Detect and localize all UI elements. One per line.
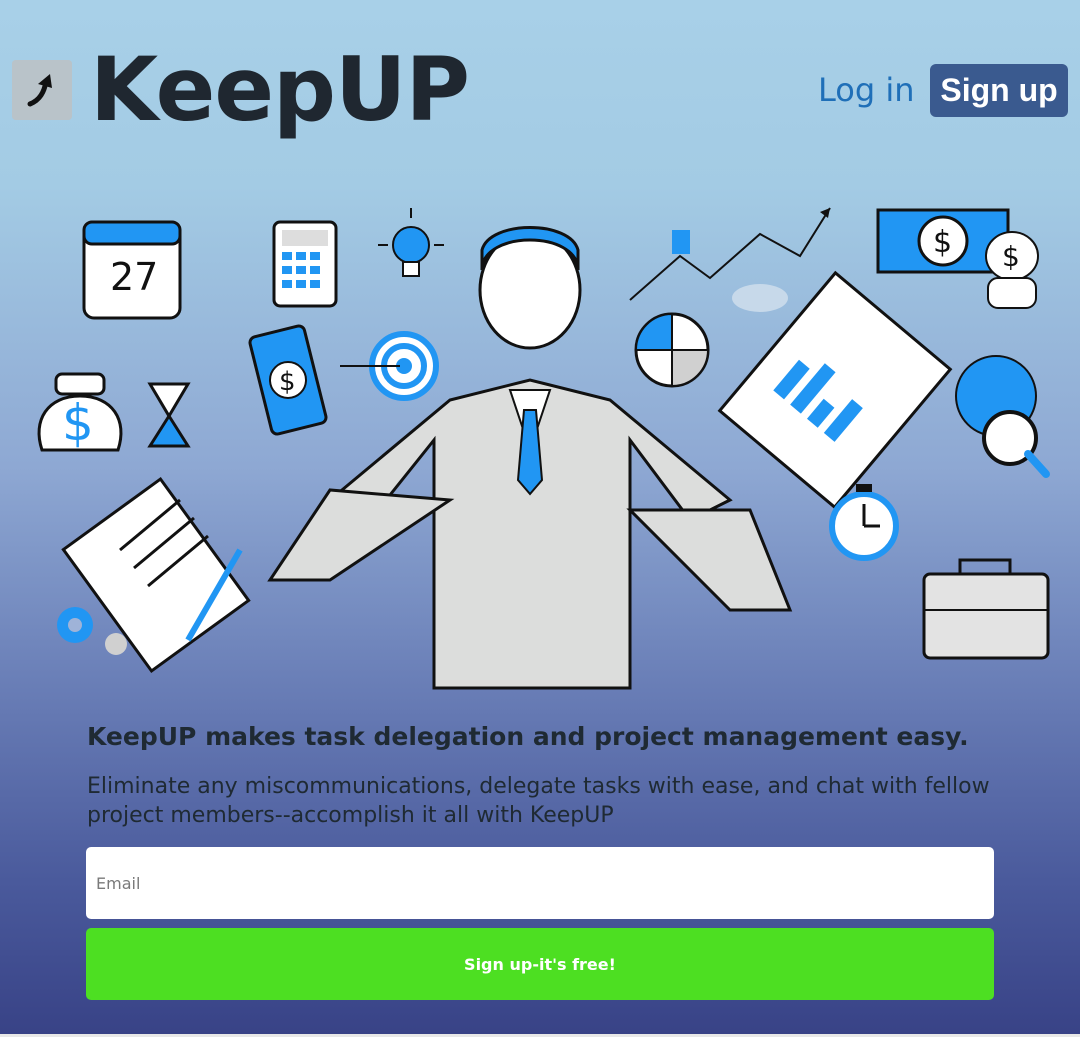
pie-chart-icon [634,312,710,388]
lightbulb-icon [378,208,444,277]
document-pen-icon [61,476,251,674]
briefcase-icon [922,558,1050,660]
calendar-icon: 27 [82,220,182,320]
coin-stack-symbol: $ [1002,240,1020,273]
brand-name[interactable]: KeepUP [90,40,470,140]
businessman-figure [267,226,793,690]
subtext: Eliminate any miscommunications, delegat… [87,774,990,828]
hero-illustration: 27 $ $ $ $ [30,190,1060,690]
signup-cta-button[interactable]: Sign up-it's free! [86,928,994,1000]
cash-icon: $ [248,324,328,436]
cash-symbol: $ [279,367,296,397]
login-link[interactable]: Log in [818,70,915,110]
money-bill-symbol: $ [933,225,952,260]
target-icon [340,331,439,401]
signup-button[interactable]: Sign up [930,64,1068,117]
money-bill-icon: $ $ [876,208,1039,309]
growth-chart-icon [629,207,831,312]
calculator-icon [272,220,338,308]
calendar-day: 27 [110,255,158,299]
header: KeepUP Log in Sign up [0,0,1080,160]
upward-arrow-icon[interactable] [12,60,72,120]
globe-search-icon [955,355,1050,478]
email-field[interactable] [86,847,994,919]
money-bag-symbol: $ [62,394,94,452]
money-bag-icon: $ [37,372,123,452]
hourglass-icon [147,382,191,448]
headline: KeepUP makes task delegation and project… [87,722,969,751]
